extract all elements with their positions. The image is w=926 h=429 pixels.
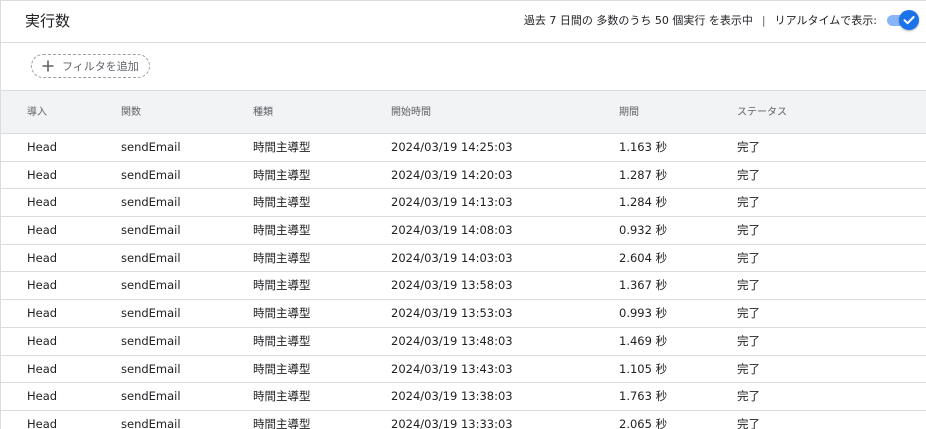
filter-bar: フィルタを追加: [1, 43, 926, 91]
plus-icon: [42, 60, 54, 72]
cell-function: sendEmail: [121, 389, 181, 404]
cell-type: 時間主導型: [253, 140, 311, 154]
header-separator: |: [761, 13, 766, 27]
cell-duration: 1.763 秒: [619, 389, 668, 404]
check-icon: [903, 16, 915, 25]
cell-duration: 2.065 秒: [619, 416, 668, 429]
table-row[interactable]: Head sendEmail 時間主導型 2024/03/19 14:03:03 2.6…: [1, 245, 926, 273]
column-header-start-time[interactable]: 開始時間: [391, 106, 431, 120]
toggle-knob: [899, 10, 919, 30]
cell-deployment: Head: [27, 361, 58, 376]
cell-deployment: Head: [27, 167, 58, 182]
add-filter-label: フィルタを追加: [62, 60, 139, 73]
cell-function: sendEmail: [121, 278, 181, 293]
cell-status: 完了: [737, 278, 760, 293]
cell-status: 完了: [737, 250, 760, 265]
table-header: 導入 関数 種類 開始時間 期間 ステータス: [1, 91, 926, 134]
cell-start-time: 2024/03/19 14:20:03: [391, 167, 513, 182]
cell-type: 時間主導型: [253, 278, 311, 293]
column-header-status[interactable]: ステータス: [737, 106, 787, 120]
cell-start-time: 2024/03/19 13:38:03: [391, 389, 513, 404]
cell-status: 完了: [737, 140, 760, 154]
column-header-deployment[interactable]: 導入: [27, 106, 47, 120]
cell-status: 完了: [737, 306, 760, 321]
cell-status: 完了: [737, 389, 760, 404]
cell-type: 時間主導型: [253, 195, 311, 210]
page-header: 実行数 過去 7 日間の 多数のうち 50 個実行 を表示中 | リアルタイムで…: [1, 1, 926, 43]
executions-panel: 実行数 過去 7 日間の 多数のうち 50 個実行 を表示中 | リアルタイムで…: [0, 0, 926, 429]
column-header-function[interactable]: 関数: [121, 106, 141, 120]
cell-type: 時間主導型: [253, 250, 311, 265]
cell-deployment: Head: [27, 140, 58, 154]
cell-duration: 1.163 秒: [619, 140, 668, 154]
cell-function: sendEmail: [121, 250, 181, 265]
cell-status: 完了: [737, 167, 760, 182]
cell-type: 時間主導型: [253, 389, 311, 404]
cell-function: sendEmail: [121, 361, 181, 376]
table-row[interactable]: Head sendEmail 時間主導型 2024/03/19 13:38:03 1.7…: [1, 383, 926, 411]
cell-start-time: 2024/03/19 13:53:03: [391, 306, 513, 321]
column-header-duration[interactable]: 期間: [619, 106, 639, 120]
cell-duration: 0.993 秒: [619, 306, 668, 321]
cell-type: 時間主導型: [253, 416, 311, 429]
cell-start-time: 2024/03/19 14:03:03: [391, 250, 513, 265]
column-header-type[interactable]: 種類: [253, 106, 273, 120]
cell-duration: 1.287 秒: [619, 167, 668, 182]
cell-start-time: 2024/03/19 14:08:03: [391, 223, 513, 238]
header-controls: 過去 7 日間の 多数のうち 50 個実行 を表示中 | リアルタイムで表示:: [524, 9, 919, 31]
cell-deployment: Head: [27, 389, 58, 404]
cell-duration: 2.604 秒: [619, 250, 668, 265]
cell-status: 完了: [737, 333, 760, 348]
cell-duration: 0.932 秒: [619, 223, 668, 238]
cell-status: 完了: [737, 223, 760, 238]
table-row[interactable]: Head sendEmail 時間主導型 2024/03/19 13:33:03 2.0…: [1, 411, 926, 429]
cell-start-time: 2024/03/19 14:25:03: [391, 140, 513, 154]
table-row[interactable]: Head sendEmail 時間主導型 2024/03/19 13:48:03 1.4…: [1, 328, 926, 356]
cell-function: sendEmail: [121, 416, 181, 429]
cell-function: sendEmail: [121, 167, 181, 182]
table-row[interactable]: Head sendEmail 時間主導型 2024/03/19 14:25:03 1.1…: [1, 134, 926, 162]
cell-deployment: Head: [27, 416, 58, 429]
execution-summary: 過去 7 日間の 多数のうち 50 個実行 を表示中: [523, 14, 753, 27]
cell-status: 完了: [737, 361, 760, 376]
cell-deployment: Head: [27, 333, 58, 348]
cell-deployment: Head: [27, 278, 58, 293]
cell-start-time: 2024/03/19 13:33:03: [391, 416, 513, 429]
cell-function: sendEmail: [121, 223, 181, 238]
cell-deployment: Head: [27, 195, 58, 210]
page-title: 実行数: [25, 12, 71, 30]
cell-type: 時間主導型: [253, 361, 311, 376]
cell-start-time: 2024/03/19 13:43:03: [391, 361, 513, 376]
cell-duration: 1.367 秒: [619, 278, 668, 293]
realtime-label: リアルタイムで表示:: [774, 14, 877, 27]
cell-duration: 1.105 秒: [619, 361, 668, 376]
table-row[interactable]: Head sendEmail 時間主導型 2024/03/19 13:53:03 0.9…: [1, 300, 926, 328]
cell-deployment: Head: [27, 250, 58, 265]
cell-function: sendEmail: [121, 140, 181, 154]
add-filter-button[interactable]: フィルタを追加: [31, 54, 150, 78]
cell-duration: 1.284 秒: [619, 195, 668, 210]
cell-type: 時間主導型: [253, 223, 311, 238]
cell-status: 完了: [737, 416, 760, 429]
cell-type: 時間主導型: [253, 333, 311, 348]
cell-type: 時間主導型: [253, 167, 311, 182]
cell-type: 時間主導型: [253, 306, 311, 321]
cell-start-time: 2024/03/19 13:48:03: [391, 333, 513, 348]
cell-function: sendEmail: [121, 333, 181, 348]
executions-table-body: Head sendEmail 時間主導型 2024/03/19 14:25:03 1.1…: [1, 134, 926, 429]
cell-start-time: 2024/03/19 14:13:03: [391, 195, 513, 210]
cell-duration: 1.469 秒: [619, 333, 668, 348]
table-row[interactable]: Head sendEmail 時間主導型 2024/03/19 13:43:03 1.1…: [1, 356, 926, 384]
cell-deployment: Head: [27, 306, 58, 321]
realtime-toggle[interactable]: [887, 9, 919, 31]
cell-deployment: Head: [27, 223, 58, 238]
cell-status: 完了: [737, 195, 760, 210]
table-row[interactable]: Head sendEmail 時間主導型 2024/03/19 14:13:03 1.2…: [1, 189, 926, 218]
cell-start-time: 2024/03/19 13:58:03: [391, 278, 513, 293]
table-row[interactable]: Head sendEmail 時間主導型 2024/03/19 13:58:03 1.3…: [1, 272, 926, 301]
cell-function: sendEmail: [121, 195, 181, 210]
cell-function: sendEmail: [121, 306, 181, 321]
table-row[interactable]: Head sendEmail 時間主導型 2024/03/19 14:20:03 1.2…: [1, 162, 926, 190]
table-row[interactable]: Head sendEmail 時間主導型 2024/03/19 14:08:03 0.9…: [1, 217, 926, 245]
